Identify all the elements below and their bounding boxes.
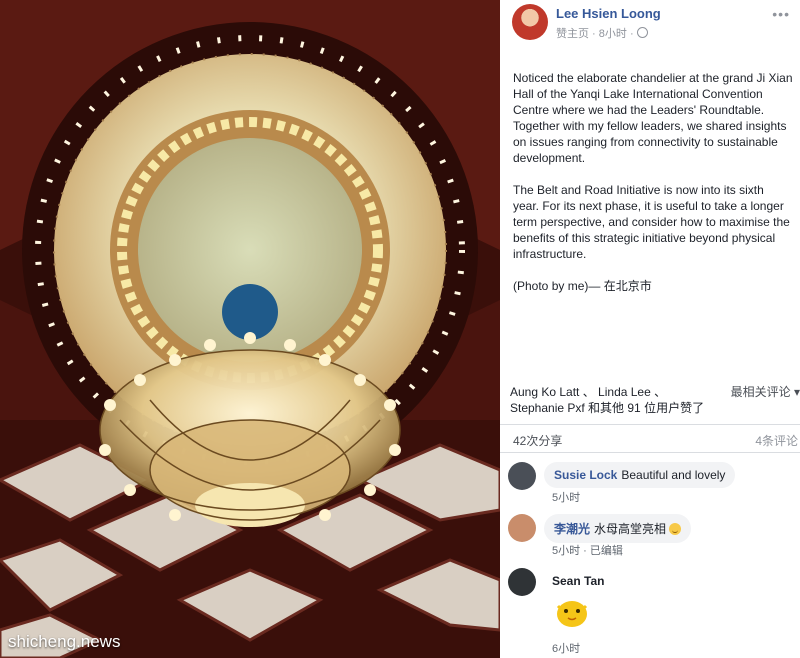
post-panel: Lee Hsien Loong 赞主页 · 8小时 · ••• Noticed …: [500, 0, 800, 658]
post-paragraph: (Photo by me)— 在北京市: [513, 279, 652, 293]
post-meta: 赞主页 · 8小时 ·: [556, 25, 648, 41]
comment-meta: 5小时 · 已编辑: [552, 545, 623, 557]
comment-time[interactable]: 6小时: [552, 643, 580, 655]
page-link[interactable]: 赞主页: [556, 28, 589, 40]
commenter-name[interactable]: Susie Lock: [554, 468, 617, 482]
comment-text: 水母高堂亮相: [594, 522, 667, 536]
comment-text: Beautiful and lovely: [621, 468, 726, 482]
comment-meta: 6小时: [552, 640, 580, 656]
comments-count[interactable]: 4条评论: [755, 432, 798, 449]
post-body: Noticed the elaborate chandelier at the …: [513, 70, 793, 310]
divider: [500, 424, 800, 425]
post-photo[interactable]: shicheng.news: [0, 0, 500, 658]
post-paragraph: Noticed the elaborate chandelier at the …: [513, 71, 793, 165]
post-header: Lee Hsien Loong 赞主页 · 8小时 ·: [512, 4, 800, 44]
commenter-name[interactable]: Sean Tan: [552, 574, 604, 588]
comment-time[interactable]: 5小时: [552, 492, 580, 504]
divider: [500, 452, 800, 453]
comment-bubble: 李潮光 水母高堂亮相: [544, 514, 692, 543]
post-time[interactable]: 8小时: [599, 28, 627, 40]
author-avatar[interactable]: [512, 4, 548, 40]
ellipsis-icon[interactable]: •••: [772, 6, 790, 22]
globe-icon: [636, 27, 648, 38]
comment-meta: 5小时: [552, 489, 580, 505]
edited-label: 已编辑: [589, 545, 623, 557]
shares-count[interactable]: 42次分享: [513, 432, 562, 449]
commenter-avatar[interactable]: [508, 462, 536, 490]
author-name[interactable]: Lee Hsien Loong: [556, 6, 661, 21]
comment-bubble: Susie Lock Beautiful and lovely: [544, 462, 736, 488]
commenter-name[interactable]: 李潮光: [554, 522, 590, 536]
reactions-summary[interactable]: Aung Ko Latt 、 Linda Lee 、 Stephanie Pxf…: [510, 384, 715, 416]
commenter-avatar[interactable]: [508, 568, 536, 596]
chick-sticker-icon: [556, 601, 588, 627]
chandelier-photo: [0, 0, 500, 658]
post-paragraph: The Belt and Road Initiative is now into…: [513, 183, 790, 261]
comment-time[interactable]: 5小时: [552, 545, 580, 557]
watermark: shicheng.news: [8, 632, 121, 651]
reactions-row: Aung Ko Latt 、 Linda Lee 、 Stephanie Pxf…: [510, 384, 800, 418]
comment-sort-dropdown[interactable]: 最相关评论 ▾: [731, 384, 800, 400]
smile-emoji-icon: [669, 523, 682, 535]
commenter-avatar[interactable]: [508, 514, 536, 542]
